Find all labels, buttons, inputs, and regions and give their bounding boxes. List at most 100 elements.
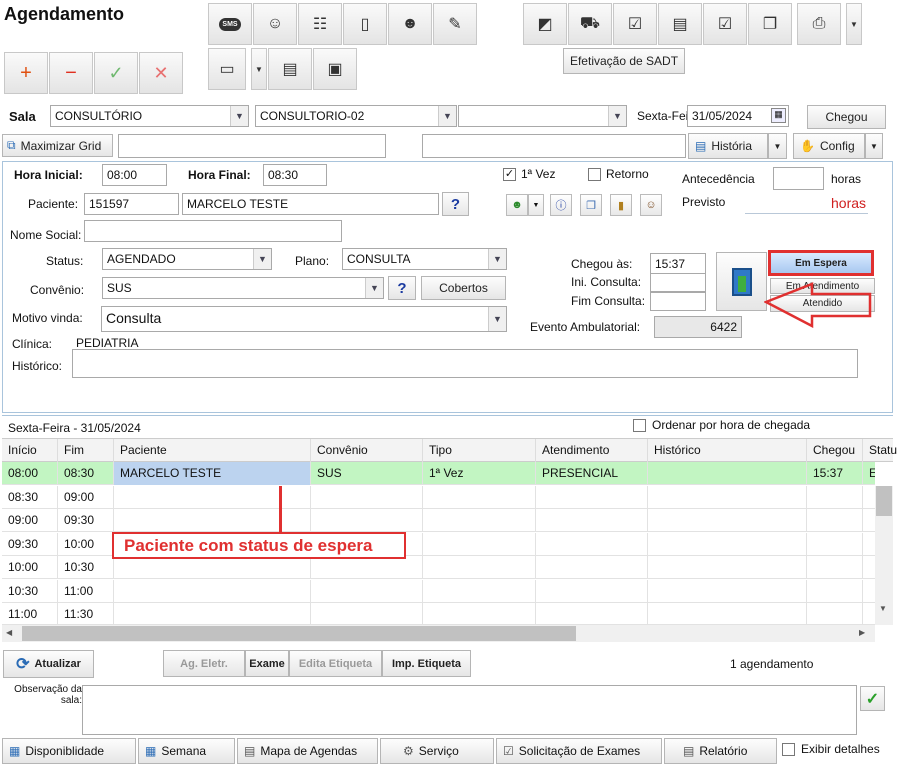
date-field[interactable]: 31/05/2024 ▦ <box>687 105 789 127</box>
sms-button[interactable]: SMS <box>208 3 252 45</box>
observacao-field[interactable] <box>82 685 857 735</box>
copy-button[interactable]: ❐ <box>748 3 792 45</box>
print-dropdown[interactable]: ▼ <box>846 3 862 45</box>
plano-select[interactable]: CONSULTA ▼ <box>342 248 507 270</box>
table-row[interactable]: 10:30 11:00 <box>2 580 875 603</box>
ag-eletr-button[interactable]: Ag. Eletr. <box>163 650 245 677</box>
patient-dropdown[interactable]: ▼ <box>528 194 544 216</box>
user-badge-button[interactable]: ☺ <box>253 3 297 45</box>
patient-button[interactable]: ☻ <box>506 194 528 216</box>
calendar-icon[interactable]: ▦ <box>771 108 786 123</box>
historico-field[interactable] <box>72 349 858 378</box>
add-button[interactable]: + <box>4 52 48 94</box>
em-espera-button[interactable]: Em Espera <box>768 250 874 276</box>
edita-etiqueta-button[interactable]: Edita Etiqueta <box>289 650 382 677</box>
ordenar-checkbox[interactable] <box>633 419 646 432</box>
scroll-left-icon[interactable]: ◀ <box>6 628 12 637</box>
sub-sala-select[interactable]: CONSULTORIO-02 ▼ <box>255 105 457 127</box>
col-fim[interactable]: Fim <box>58 439 114 462</box>
paste-button[interactable]: ▮ <box>610 194 632 216</box>
disponibilidade-button[interactable]: ▦ Disponiblidade <box>2 738 136 764</box>
print-button[interactable]: ⎙ <box>797 3 841 45</box>
historia-dropdown[interactable]: ▼ <box>768 133 787 159</box>
table-row[interactable]: 09:00 09:30 <box>2 509 875 532</box>
scrollbar-thumb[interactable] <box>876 486 892 516</box>
folder-button[interactable]: ▭ <box>208 48 246 90</box>
chegou-button[interactable]: Chegou <box>807 105 886 129</box>
paciente-id-field[interactable]: 151597 <box>84 193 179 215</box>
exame-button[interactable]: Exame <box>245 650 289 677</box>
doctor-button[interactable]: ☻ <box>388 3 432 45</box>
folder-dropdown[interactable]: ▼ <box>251 48 267 90</box>
config-button[interactable]: ✋ Config <box>793 133 865 159</box>
copy-data-button[interactable]: ❐ <box>580 194 602 216</box>
print-list-button[interactable]: ▤ <box>268 48 312 90</box>
save-observacao-button[interactable]: ✓ <box>860 686 885 711</box>
table-row[interactable]: 11:00 11:30 <box>2 603 875 626</box>
semana-button[interactable]: ▦ Semana <box>138 738 235 764</box>
table-row[interactable]: 10:00 10:30 <box>2 556 875 579</box>
group-button[interactable]: ☷ <box>298 3 342 45</box>
atualizar-button[interactable]: ⟳ Atualizar <box>3 650 94 678</box>
retorno-checkbox[interactable] <box>588 168 601 181</box>
config-dropdown[interactable]: ▼ <box>865 133 883 159</box>
extra-select[interactable]: ▼ <box>458 105 627 127</box>
horizontal-scrollbar[interactable]: ◀ ▶ <box>2 625 875 642</box>
door-button[interactable] <box>716 252 767 311</box>
relatorio-button[interactable]: ▤ Relatório <box>664 738 777 764</box>
mapa-agendas-button[interactable]: ▤ Mapa de Agendas <box>237 738 378 764</box>
scroll-down-icon[interactable]: ▼ <box>879 604 887 613</box>
col-status[interactable]: Statu <box>863 439 897 462</box>
convenio-select[interactable]: SUS ▼ <box>102 277 384 299</box>
antecedencia-field[interactable] <box>773 167 824 190</box>
primeira-vez-checkbox[interactable]: ✓ <box>503 168 516 181</box>
fim-consulta-field[interactable] <box>650 292 706 311</box>
hscrollbar-thumb[interactable] <box>22 626 576 641</box>
paciente-nome-field[interactable]: MARCELO TESTE <box>182 193 439 215</box>
table-row[interactable]: 08:30 09:00 <box>2 486 875 509</box>
document-button[interactable]: ▤ <box>658 3 702 45</box>
motivo-select[interactable]: Consulta ▼ <box>101 306 507 332</box>
table-row[interactable]: 08:00 08:30 MARCELO TESTE SUS 1ª Vez PRE… <box>2 462 875 485</box>
col-chegou[interactable]: Chegou <box>807 439 863 462</box>
photo-button[interactable]: ☺ <box>640 194 662 216</box>
report-button[interactable]: ☑ <box>703 3 747 45</box>
col-tipo[interactable]: Tipo <box>423 439 536 462</box>
maximizar-grid-button[interactable]: ⧉ Maximizar Grid <box>2 134 113 157</box>
info-button[interactable]: ⓘ <box>550 194 572 216</box>
confirm-button[interactable]: ✓ <box>94 52 138 94</box>
chegou-as-field[interactable]: 15:37 <box>650 253 706 275</box>
search-field-2[interactable] <box>422 134 686 158</box>
checklist-button[interactable]: ☑ <box>613 3 657 45</box>
scroll-right-icon[interactable]: ▶ <box>859 628 865 637</box>
card-button[interactable]: ▣ <box>313 48 357 90</box>
efetivacao-sadt-button[interactable]: Efetivação de SADT <box>563 48 685 74</box>
hora-final-field[interactable]: 08:30 <box>263 164 327 186</box>
exibir-detalhes-checkbox[interactable] <box>782 743 795 756</box>
status-select[interactable]: AGENDADO ▼ <box>102 248 272 270</box>
paciente-help-button[interactable]: ? <box>442 192 469 216</box>
col-historico[interactable]: Histórico <box>648 439 807 462</box>
ini-consulta-field[interactable] <box>650 273 706 292</box>
clipboard-button[interactable]: ▯ <box>343 3 387 45</box>
col-inicio[interactable]: Início <box>2 439 58 462</box>
historia-button[interactable]: ▤ História <box>688 133 768 159</box>
sala-select[interactable]: CONSULTÓRIO ▼ <box>50 105 249 127</box>
cobertos-button[interactable]: Cobertos <box>421 276 506 300</box>
hora-inicial-field[interactable]: 08:00 <box>102 164 167 186</box>
cancel-button[interactable]: ✕ <box>139 52 183 94</box>
ambulance-button[interactable]: ⛟ <box>568 3 612 45</box>
convenio-help-button[interactable]: ? <box>388 276 416 300</box>
solicitacao-exames-button[interactable]: ☑ Solicitação de Exames <box>496 738 662 764</box>
search-field-1[interactable] <box>118 134 386 158</box>
remove-button[interactable]: − <box>49 52 93 94</box>
nome-social-field[interactable] <box>84 220 342 242</box>
servico-button[interactable]: ⚙ Serviço <box>380 738 494 764</box>
col-atendimento[interactable]: Atendimento <box>536 439 648 462</box>
note-button[interactable]: ◩ <box>523 3 567 45</box>
col-convenio[interactable]: Convênio <box>311 439 423 462</box>
vertical-scrollbar[interactable]: ▼ <box>875 486 893 625</box>
edit-doc-button[interactable]: ✎ <box>433 3 477 45</box>
imp-etiqueta-button[interactable]: Imp. Etiqueta <box>382 650 471 677</box>
col-paciente[interactable]: Paciente <box>114 439 311 462</box>
